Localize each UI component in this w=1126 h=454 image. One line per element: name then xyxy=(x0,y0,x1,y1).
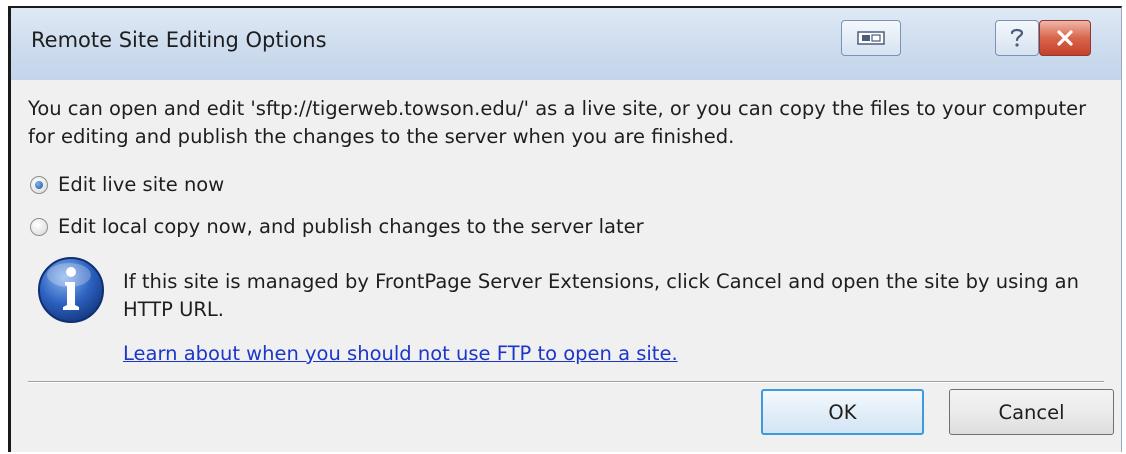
ok-button[interactable]: OK xyxy=(761,389,924,435)
info-icon xyxy=(38,257,104,323)
option-edit-local-copy[interactable]: Edit local copy now, and publish changes… xyxy=(30,215,644,238)
option-edit-live-site[interactable]: Edit live site now xyxy=(30,173,224,196)
learn-more-link[interactable]: Learn about when you should not use FTP … xyxy=(123,342,678,365)
description-text: You can open and edit 'sftp://tigerweb.t… xyxy=(28,97,1087,148)
title-bar[interactable]: Remote Site Editing Options xyxy=(11,8,1121,80)
info-text: If this site is managed by FrontPage Ser… xyxy=(123,270,1079,321)
restore-button[interactable] xyxy=(841,20,901,56)
close-button[interactable] xyxy=(1039,20,1091,56)
remote-site-editing-dialog: Remote Site Editing Options You can open… xyxy=(8,6,1122,452)
dialog-body: You can open and edit 'sftp://tigerweb.t… xyxy=(11,80,1121,452)
separator xyxy=(28,381,1104,383)
help-button[interactable] xyxy=(995,20,1039,56)
restore-icon xyxy=(857,31,885,45)
option-label: Edit local copy now, and publish changes… xyxy=(58,215,644,238)
radio-button-selected[interactable] xyxy=(30,175,48,194)
help-icon xyxy=(1010,28,1024,47)
radio-button[interactable] xyxy=(30,217,48,236)
option-label: Edit live site now xyxy=(58,173,225,196)
cancel-button[interactable]: Cancel xyxy=(949,389,1114,435)
close-icon xyxy=(1057,30,1073,46)
window-title: Remote Site Editing Options xyxy=(31,28,327,52)
